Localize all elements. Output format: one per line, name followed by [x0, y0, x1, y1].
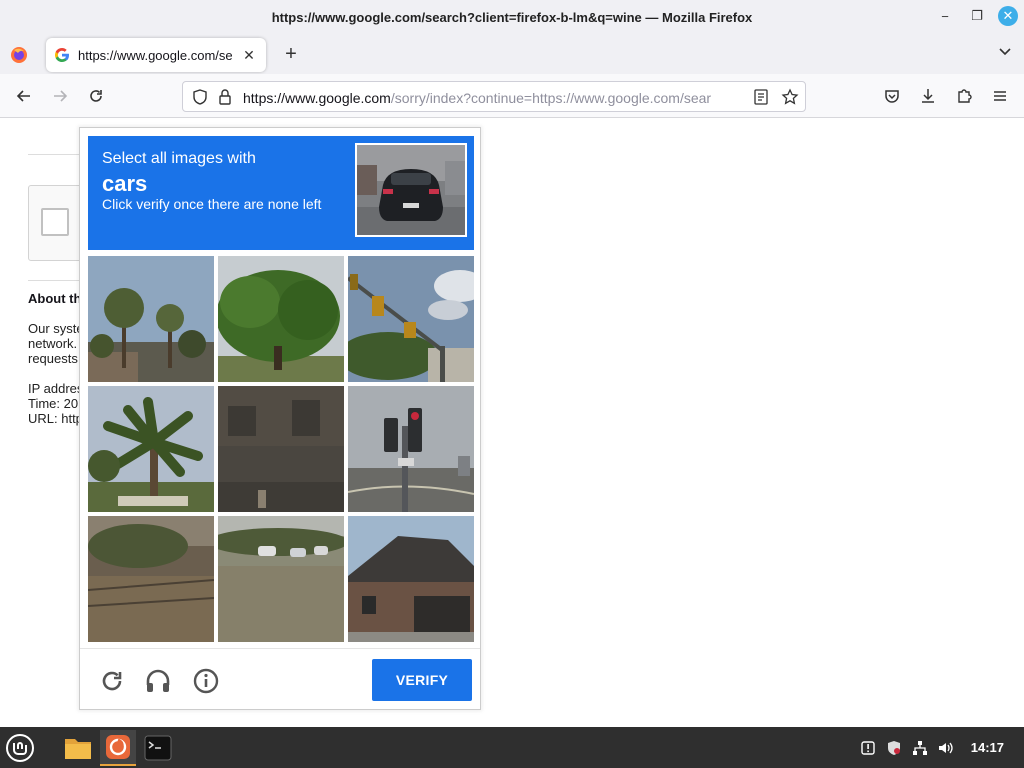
tile-palm-trees[interactable] [88, 256, 214, 382]
back-button[interactable] [12, 84, 36, 108]
headphones-icon[interactable] [144, 667, 172, 695]
challenge-instruction: Select all images with [102, 150, 256, 167]
taskbar: 14:17 [0, 727, 1024, 768]
sample-car-image [355, 143, 467, 237]
info-line: URL: http [28, 411, 83, 426]
challenge-target: cars [102, 171, 148, 196]
google-favicon-icon [55, 48, 69, 62]
window-controls: − ❐ ✕ [934, 5, 1018, 27]
linux-mint-icon [6, 734, 34, 762]
url-path: /sorry/index?continue=https://www.google… [390, 90, 712, 106]
image-grid [88, 256, 474, 642]
close-window-button[interactable]: ✕ [998, 6, 1018, 26]
chevron-down-icon [999, 48, 1011, 56]
tile-palm-tree[interactable] [88, 386, 214, 512]
window-title: https://www.google.com/search?client=fir… [271, 9, 753, 25]
tile-field-cars[interactable] [218, 516, 344, 642]
menu-button[interactable] [988, 84, 1012, 108]
tab-close-button[interactable]: ✕ [240, 47, 258, 64]
arrow-left-icon [16, 90, 30, 102]
tab-strip: https://www.google.com/se ✕ + [0, 34, 1024, 74]
network-icon[interactable] [911, 739, 929, 757]
para-line: Our syste [28, 321, 84, 336]
arrow-right-icon [54, 90, 68, 102]
reload-icon [90, 90, 102, 102]
url-text[interactable]: https://www.google.com/sorry/index?conti… [243, 90, 743, 106]
challenge-header: Select all images with cars Click verify… [88, 136, 474, 250]
firefox-app-button[interactable] [100, 730, 136, 766]
maximize-button[interactable]: ❐ [966, 5, 988, 27]
reader-view-icon[interactable] [753, 89, 769, 105]
tab-title: https://www.google.com/se [78, 47, 233, 63]
reload-button[interactable] [84, 84, 108, 108]
shield-icon[interactable] [885, 739, 903, 757]
terminal-app-button[interactable] [140, 730, 176, 766]
shield-icon[interactable] [191, 88, 209, 106]
update-manager-icon[interactable] [859, 739, 877, 757]
challenge-hint: Click verify once there are none left [102, 196, 322, 212]
tile-traffic-lights-sky[interactable] [348, 256, 474, 382]
url-host: https://www.google.com [243, 90, 391, 106]
puzzle-icon [958, 89, 972, 103]
files-app-button[interactable] [60, 730, 96, 766]
terminal-icon [144, 735, 172, 761]
info-line: IP addres [28, 381, 84, 396]
info-line: Time: 20 [28, 396, 79, 411]
clock[interactable]: 14:17 [971, 740, 1004, 755]
navigation-toolbar: https://www.google.com/sorry/index?conti… [0, 74, 1024, 118]
lock-icon[interactable] [217, 88, 233, 106]
extensions-button[interactable] [952, 84, 976, 108]
mint-menu-button[interactable] [2, 730, 38, 766]
about-heading: About th [28, 291, 82, 306]
hamburger-menu-icon [994, 91, 1006, 101]
info-icon[interactable] [192, 667, 220, 695]
url-bar[interactable]: https://www.google.com/sorry/index?conti… [182, 81, 806, 112]
recaptcha-checkbox[interactable] [41, 208, 69, 236]
forward-button[interactable] [48, 84, 72, 108]
tab-list-button[interactable] [998, 44, 1012, 61]
tab-active[interactable]: https://www.google.com/se ✕ [46, 38, 266, 72]
tile-house[interactable] [348, 516, 474, 642]
challenge-footer: VERIFY [80, 648, 480, 710]
bookmark-star-icon[interactable] [781, 88, 799, 106]
new-tab-button[interactable]: + [280, 42, 302, 66]
firefox-icon [106, 735, 130, 759]
folder-icon [65, 739, 91, 759]
window-title-bar: https://www.google.com/search?client=fir… [0, 0, 1024, 34]
captcha-challenge-dialog: Select all images with cars Click verify… [79, 127, 481, 710]
volume-icon[interactable] [937, 739, 955, 757]
system-tray: 14:17 [859, 727, 1024, 768]
tile-field-fence[interactable] [88, 516, 214, 642]
tile-traffic-light-pole[interactable] [348, 386, 474, 512]
verify-button[interactable]: VERIFY [372, 659, 472, 701]
downloads-button[interactable] [916, 84, 940, 108]
firefox-icon[interactable] [10, 46, 28, 64]
download-icon [922, 89, 934, 103]
tile-oak-tree[interactable] [218, 256, 344, 382]
tile-brick-wall[interactable] [218, 386, 344, 512]
pocket-icon [885, 90, 899, 103]
minimize-button[interactable]: − [934, 5, 956, 27]
para-line: network. [28, 336, 78, 351]
pocket-button[interactable] [880, 84, 904, 108]
para-line: requests [28, 351, 78, 366]
reload-challenge-icon[interactable] [98, 667, 126, 695]
